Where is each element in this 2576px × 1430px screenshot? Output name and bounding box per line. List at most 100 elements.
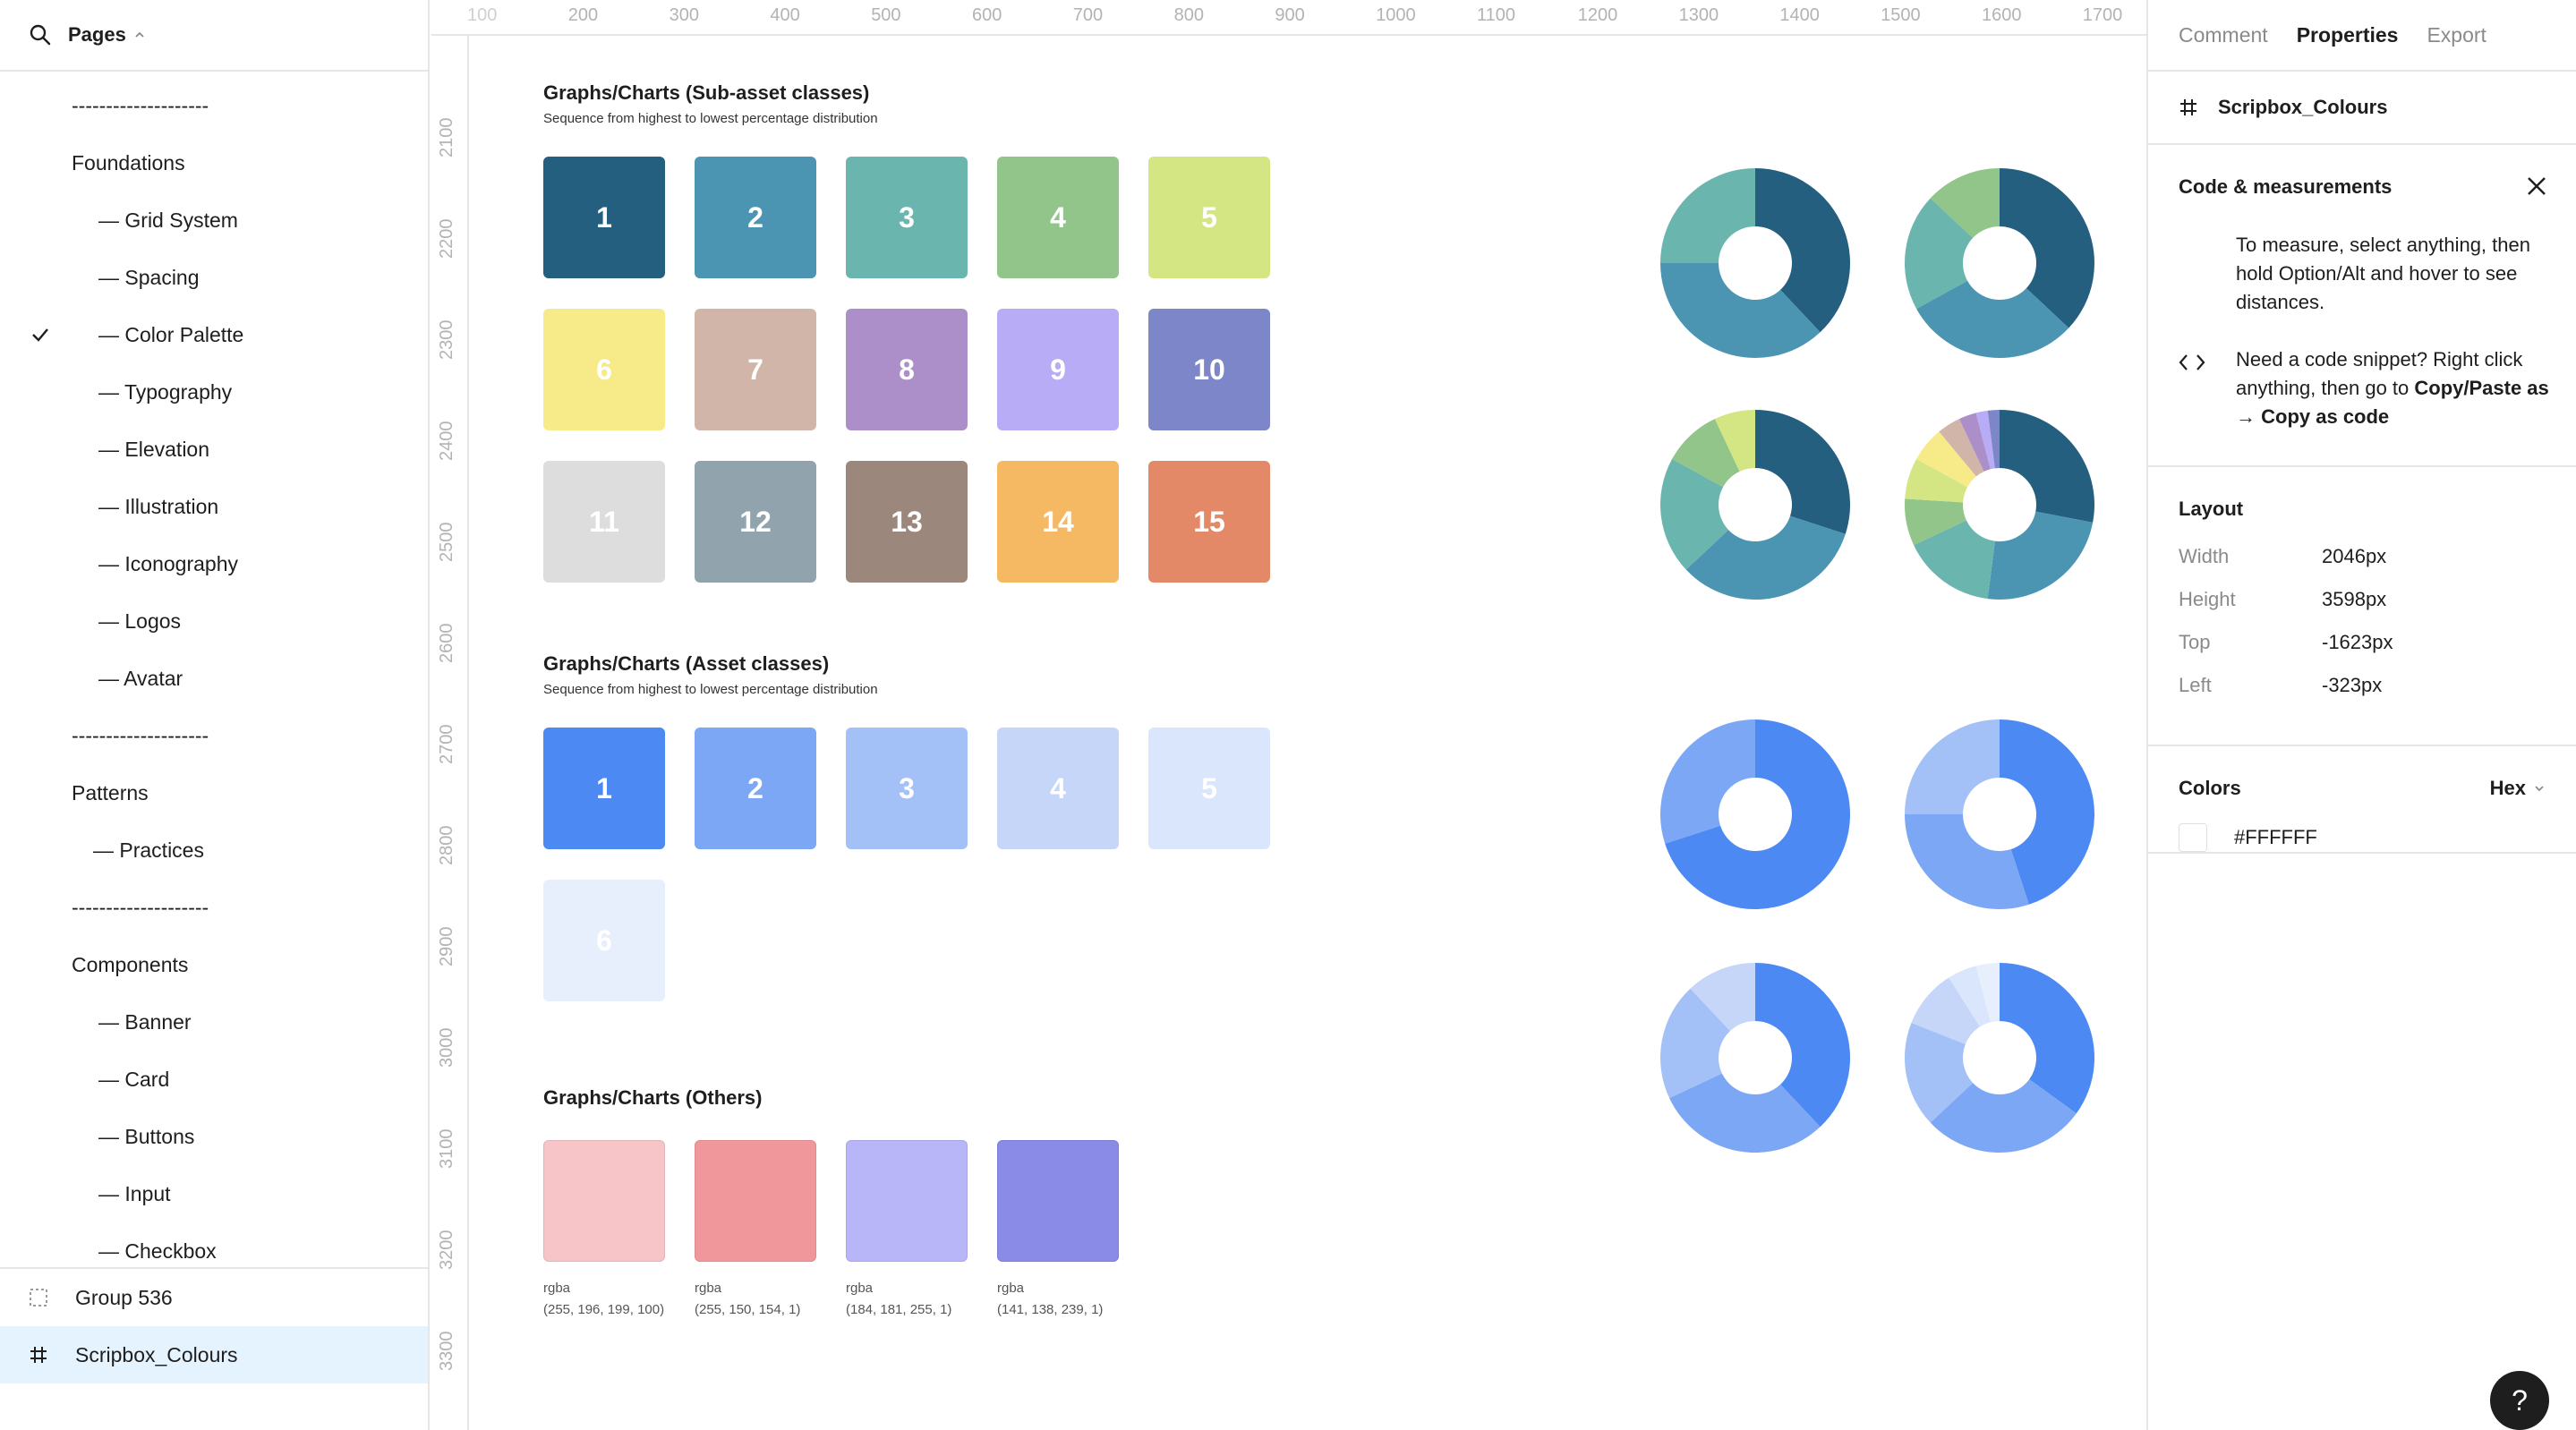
swatch-number: 6 xyxy=(596,353,612,386)
color-swatch[interactable] xyxy=(997,1140,1119,1262)
swatch-caption-line: (255, 196, 199, 100) xyxy=(543,1302,665,1317)
color-swatch[interactable]: 9 xyxy=(997,309,1119,430)
page-item[interactable]: -------------------- xyxy=(0,882,428,932)
color-swatch[interactable]: 1 xyxy=(543,157,665,278)
color-swatch[interactable]: 13 xyxy=(846,461,968,583)
design-canvas[interactable]: Graphs/Charts (Sub-asset classes) Sequen… xyxy=(471,38,2146,1430)
color-swatch[interactable]: 4 xyxy=(997,728,1119,849)
page-item-label: — Card xyxy=(98,1067,170,1091)
page-item[interactable]: — Logos xyxy=(0,596,428,646)
page-item[interactable]: -------------------- xyxy=(0,81,428,131)
color-swatch[interactable]: 5 xyxy=(1148,157,1270,278)
page-item[interactable]: — Card xyxy=(0,1054,428,1104)
tab-export[interactable]: Export xyxy=(2427,23,2486,47)
pages-header[interactable]: Pages xyxy=(0,0,428,72)
ruler-tick-label: 3000 xyxy=(437,1027,456,1068)
color-swatch[interactable]: 10 xyxy=(1148,309,1270,430)
donut-chart[interactable] xyxy=(1659,408,1852,601)
color-item[interactable]: #FFFFFF xyxy=(2179,823,2546,852)
swatch-number: 5 xyxy=(1201,771,1217,804)
color-format-select[interactable]: Hex xyxy=(2490,777,2546,800)
swatch-caption-line: rgba xyxy=(695,1281,722,1296)
donut-chart[interactable] xyxy=(1903,166,2096,360)
ruler-tick-label: 300 xyxy=(669,5,699,25)
close-icon[interactable] xyxy=(2526,175,2547,197)
page-item[interactable]: Components xyxy=(0,940,428,990)
ruler-tick-label: 700 xyxy=(1072,5,1104,25)
page-item[interactable]: — Checkbox xyxy=(0,1226,428,1265)
pages-title[interactable]: Pages xyxy=(68,23,146,47)
donut-segment xyxy=(1987,511,2094,600)
donut-segment xyxy=(2000,410,2094,523)
color-swatch[interactable]: 12 xyxy=(695,461,816,583)
page-item[interactable]: — Buttons xyxy=(0,1111,428,1162)
color-swatch[interactable]: 11 xyxy=(543,461,665,583)
code-measurements-section: Code & measurements To measure, select a… xyxy=(2148,145,2576,467)
color-swatch[interactable]: 2 xyxy=(695,728,816,849)
page-item-label: Patterns xyxy=(72,780,149,804)
ruler-tick-label: 200 xyxy=(567,5,599,25)
page-item[interactable]: — Input xyxy=(0,1169,428,1219)
page-item[interactable]: — Color Palette xyxy=(0,310,428,360)
donut-chart[interactable] xyxy=(1659,718,1852,911)
color-swatch[interactable] xyxy=(846,1140,968,1262)
color-swatch[interactable]: 6 xyxy=(543,309,665,430)
donut-chart[interactable] xyxy=(1903,408,2096,601)
donut-chart[interactable] xyxy=(1659,166,1852,360)
page-item[interactable]: -------------------- xyxy=(0,711,428,761)
page-item[interactable]: — Spacing xyxy=(0,252,428,302)
tab-comment[interactable]: Comment xyxy=(2179,23,2268,47)
layout-value[interactable]: -323px xyxy=(2322,674,2382,697)
donut-chart[interactable] xyxy=(1903,718,2096,911)
page-item[interactable]: — Iconography xyxy=(0,539,428,589)
color-swatch[interactable] xyxy=(543,1140,665,1262)
ruler-tick-label: 3200 xyxy=(437,1230,456,1271)
page-item[interactable]: — Typography xyxy=(0,367,428,417)
swatch-number: 8 xyxy=(899,353,915,386)
ruler-tick-label: 2900 xyxy=(437,926,456,967)
ruler-tick-label: 2800 xyxy=(437,825,456,866)
donut-svg xyxy=(1905,963,2094,1153)
color-swatch[interactable]: 7 xyxy=(695,309,816,430)
color-swatch[interactable]: 15 xyxy=(1148,461,1270,583)
donut-segment xyxy=(1905,719,2000,814)
color-swatch[interactable]: 6 xyxy=(543,880,665,1001)
swatch-caption: rgba (255, 196, 199, 100) xyxy=(543,1278,664,1321)
layout-value[interactable]: 3598px xyxy=(2322,588,2386,611)
page-item[interactable]: — Banner xyxy=(0,997,428,1047)
layer-item[interactable]: Scripbox_Colours xyxy=(0,1326,428,1383)
tab-properties[interactable]: Properties xyxy=(2297,23,2399,47)
layer-item[interactable]: Group 536 xyxy=(0,1269,428,1326)
color-swatch[interactable]: 14 xyxy=(997,461,1119,583)
page-item[interactable]: — Avatar xyxy=(0,653,428,703)
help-button[interactable]: ? xyxy=(2490,1371,2549,1430)
donut-svg xyxy=(1660,719,1850,909)
swatch-number: 9 xyxy=(1050,353,1066,386)
color-swatch[interactable]: 5 xyxy=(1148,728,1270,849)
layout-value[interactable]: -1623px xyxy=(2322,631,2393,654)
swatch-caption-line: rgba xyxy=(543,1281,571,1296)
sub-asset-section-subtitle: Sequence from highest to lowest percenta… xyxy=(543,111,878,126)
color-swatch[interactable]: 1 xyxy=(543,728,665,849)
page-item[interactable]: — Elevation xyxy=(0,424,428,474)
layout-value[interactable]: 2046px xyxy=(2322,545,2386,568)
page-item[interactable]: — Grid System xyxy=(0,195,428,245)
page-item[interactable]: Patterns xyxy=(0,768,428,818)
donut-chart[interactable] xyxy=(1903,961,2096,1154)
search-icon[interactable] xyxy=(29,23,52,47)
asset-section-subtitle: Sequence from highest to lowest percenta… xyxy=(543,682,878,697)
page-item[interactable]: — Illustration xyxy=(0,481,428,532)
color-swatch[interactable] xyxy=(695,1140,816,1262)
color-swatch[interactable]: 3 xyxy=(846,157,968,278)
color-swatch[interactable]: 8 xyxy=(846,309,968,430)
donut-chart[interactable] xyxy=(1659,961,1852,1154)
color-swatch[interactable]: 2 xyxy=(695,157,816,278)
color-swatch[interactable]: 3 xyxy=(846,728,968,849)
color-swatch[interactable]: 4 xyxy=(997,157,1119,278)
ruler-horizontal: 100 200 300 400 500 600 700 800 900 1000 1100 1200 1… xyxy=(431,0,2146,36)
swatch-caption-line: (141, 138, 239, 1) xyxy=(997,1302,1104,1317)
page-item-label: — Grid System xyxy=(98,208,238,232)
page-item[interactable]: Foundations xyxy=(0,138,428,188)
page-item[interactable]: — Practices xyxy=(0,825,428,875)
color-list: #FFFFFF xyxy=(2179,823,2546,852)
